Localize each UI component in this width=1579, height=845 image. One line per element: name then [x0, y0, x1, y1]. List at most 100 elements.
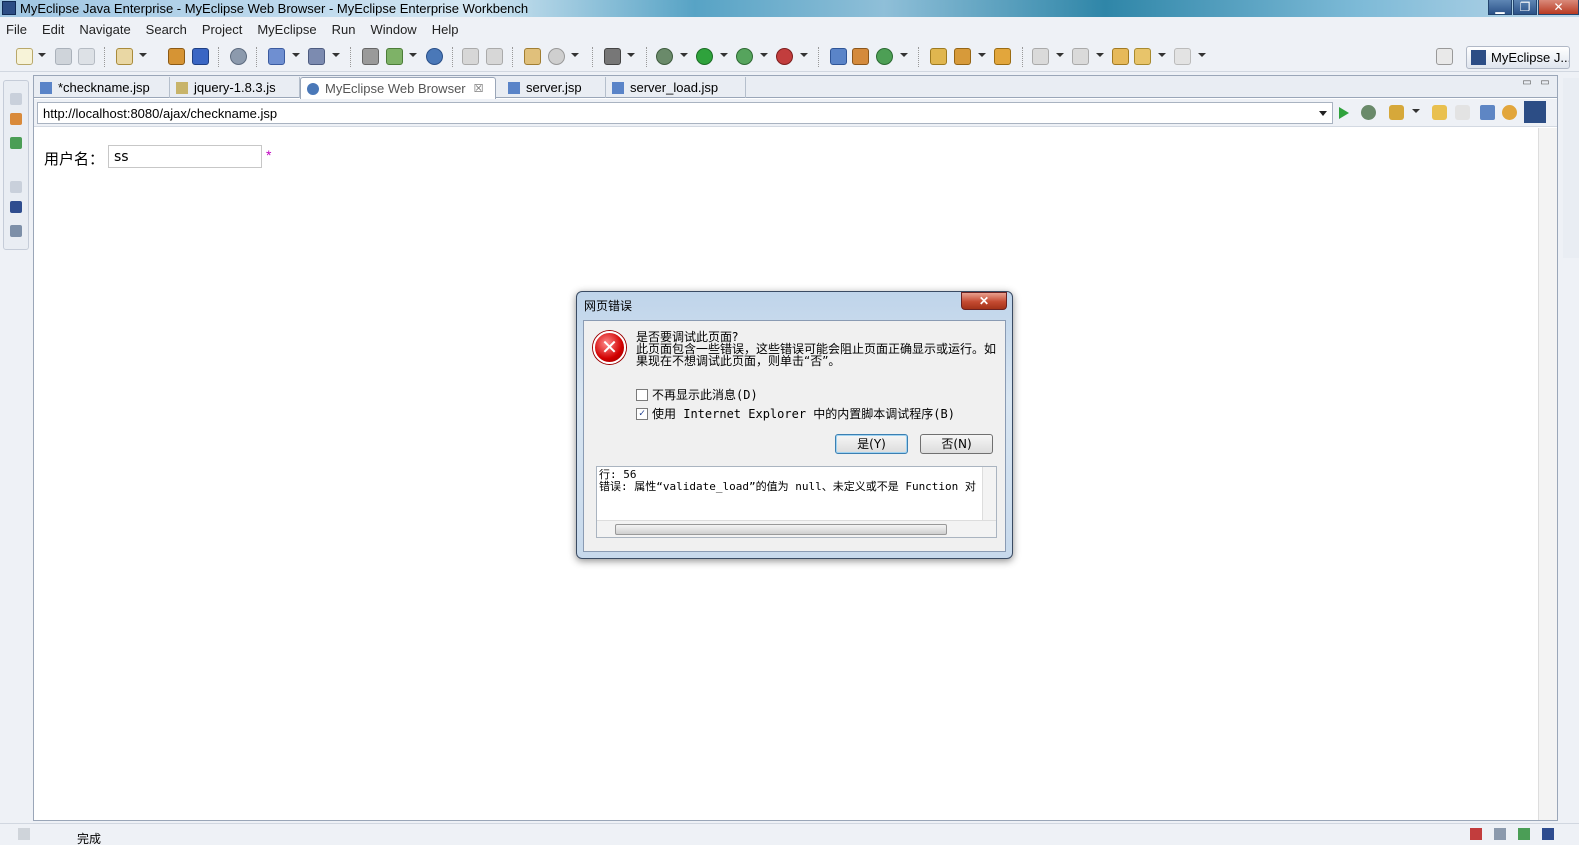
chevron-down-icon[interactable] — [1412, 109, 1420, 113]
chevron-down-icon[interactable] — [409, 53, 417, 57]
open-perspective-icon[interactable] — [1436, 48, 1453, 65]
menu-project[interactable]: Project — [202, 22, 242, 37]
content-scrollbar[interactable] — [1538, 128, 1557, 820]
perspective-switcher[interactable]: MyEclipse J... — [1466, 46, 1570, 69]
task-icon[interactable] — [954, 48, 971, 65]
save-icon[interactable] — [55, 48, 72, 65]
new-generic-icon[interactable] — [876, 48, 893, 65]
forward-icon[interactable] — [1174, 48, 1191, 65]
new-package-icon[interactable] — [852, 48, 869, 65]
stop-loading-icon[interactable] — [1480, 105, 1495, 120]
username-input[interactable]: ss — [108, 145, 262, 168]
chevron-down-icon[interactable] — [760, 53, 768, 57]
hscroll-thumb[interactable] — [615, 524, 947, 535]
chevron-down-icon[interactable] — [1096, 53, 1104, 57]
fast-view-icon[interactable] — [18, 828, 30, 840]
view-minimize-icon[interactable]: ▭ — [1520, 77, 1534, 89]
wizard-icon[interactable] — [268, 48, 285, 65]
dont-show-again-checkbox[interactable]: 不再显示此消息(D) — [636, 386, 758, 403]
tools-icon[interactable] — [1389, 105, 1404, 120]
chevron-down-icon[interactable] — [627, 53, 635, 57]
new-icon[interactable] — [16, 48, 33, 65]
menu-help[interactable]: Help — [432, 22, 459, 37]
forward-arrow-icon[interactable] — [1455, 105, 1470, 120]
url-input[interactable]: http://localhost:8080/ajax/checkname.jsp — [37, 102, 1333, 124]
go-icon[interactable] — [1339, 107, 1349, 119]
no-button[interactable]: 否(N) — [920, 434, 993, 454]
restore-icon[interactable] — [10, 93, 22, 105]
back-nav-icon[interactable] — [462, 48, 479, 65]
tools-icon[interactable] — [362, 48, 379, 65]
status-icon[interactable] — [1518, 828, 1530, 840]
debug-page-icon[interactable] — [1361, 105, 1376, 120]
menu-myeclipse[interactable]: MyEclipse — [257, 22, 316, 37]
globe-icon[interactable] — [426, 48, 443, 65]
chevron-down-icon[interactable] — [680, 53, 688, 57]
use-ie-debugger-checkbox[interactable]: ✓ 使用 Internet Explorer 中的内置脚本调试程序(B) — [636, 405, 955, 422]
close-button[interactable]: ✕ — [1538, 0, 1579, 15]
refresh-icon[interactable] — [1502, 105, 1517, 120]
debug-icon[interactable] — [656, 48, 673, 65]
chevron-down-icon[interactable] — [292, 53, 300, 57]
package-explorer-icon[interactable] — [10, 113, 22, 125]
server-icon[interactable] — [230, 48, 247, 65]
last-edit-icon[interactable] — [1112, 48, 1129, 65]
dialog-close-button[interactable]: ✕ — [961, 292, 1007, 310]
status-icon[interactable] — [1494, 828, 1506, 840]
package-icon[interactable] — [168, 48, 185, 65]
tab-web-browser[interactable]: MyEclipse Web Browser ☒ — [300, 77, 496, 99]
error-details-vscroll[interactable] — [982, 467, 996, 521]
chevron-down-icon[interactable] — [38, 53, 46, 57]
chevron-down-icon[interactable] — [139, 53, 147, 57]
yes-button[interactable]: 是(Y) — [835, 434, 908, 454]
search-icon[interactable] — [308, 48, 325, 65]
maximize-button[interactable]: ❐ — [1513, 0, 1537, 15]
camera-icon[interactable] — [604, 48, 621, 65]
status-icon[interactable] — [1542, 828, 1554, 840]
chevron-down-icon[interactable] — [332, 53, 340, 57]
chevron-down-icon[interactable] — [900, 53, 908, 57]
browser-view-icon[interactable] — [10, 201, 22, 213]
next-annotation-icon[interactable] — [1032, 48, 1049, 65]
menu-window[interactable]: Window — [370, 22, 416, 37]
menu-run[interactable]: Run — [332, 22, 356, 37]
new-project-icon[interactable] — [116, 48, 133, 65]
chevron-down-icon[interactable] — [1158, 53, 1166, 57]
menu-file[interactable]: File — [6, 22, 27, 37]
tab-checkname-jsp[interactable]: *checkname.jsp — [34, 77, 170, 98]
run-config-icon[interactable] — [736, 48, 753, 65]
chevron-down-icon[interactable] — [720, 53, 728, 57]
status-icon[interactable] — [1470, 828, 1482, 840]
menu-search[interactable]: Search — [146, 22, 187, 37]
chevron-down-icon[interactable] — [1056, 53, 1064, 57]
tab-server-load-jsp[interactable]: server_load.jsp — [606, 77, 746, 98]
checkbox-checked[interactable]: ✓ — [636, 407, 648, 420]
prev-annotation-icon[interactable] — [1072, 48, 1089, 65]
back-arrow-icon[interactable] — [1432, 105, 1447, 120]
refresh-icon[interactable] — [548, 48, 565, 65]
minimize-button[interactable]: ▁ — [1488, 0, 1512, 15]
chevron-down-icon[interactable] — [978, 53, 986, 57]
open-file-icon[interactable] — [386, 48, 403, 65]
view-maximize-icon[interactable]: ▭ — [1538, 77, 1552, 89]
back-icon[interactable] — [1134, 48, 1151, 65]
chevron-down-icon[interactable] — [800, 53, 808, 57]
error-details-hscroll[interactable] — [597, 520, 996, 537]
deploy-icon[interactable] — [192, 48, 209, 65]
tab-server-jsp[interactable]: server.jsp — [502, 77, 606, 98]
properties-icon[interactable] — [524, 48, 541, 65]
new-class-icon[interactable] — [830, 48, 847, 65]
menu-edit[interactable]: Edit — [42, 22, 64, 37]
forward-nav-icon[interactable] — [486, 48, 503, 65]
print-icon[interactable] — [78, 48, 95, 65]
outline-icon[interactable] — [10, 225, 22, 237]
open-type-icon[interactable] — [930, 48, 947, 65]
checkbox-unchecked[interactable] — [636, 388, 648, 401]
error-details-box[interactable]: 行: 56 错误: 属性“validate_load”的值为 null、未定义或… — [596, 466, 997, 538]
run-icon[interactable] — [696, 48, 713, 65]
folder-icon[interactable] — [994, 48, 1011, 65]
hierarchy-icon[interactable] — [10, 137, 22, 149]
chevron-down-icon[interactable] — [571, 53, 579, 57]
tab-jquery-js[interactable]: jquery-1.8.3.js — [170, 77, 300, 98]
chevron-down-icon[interactable] — [1198, 53, 1206, 57]
